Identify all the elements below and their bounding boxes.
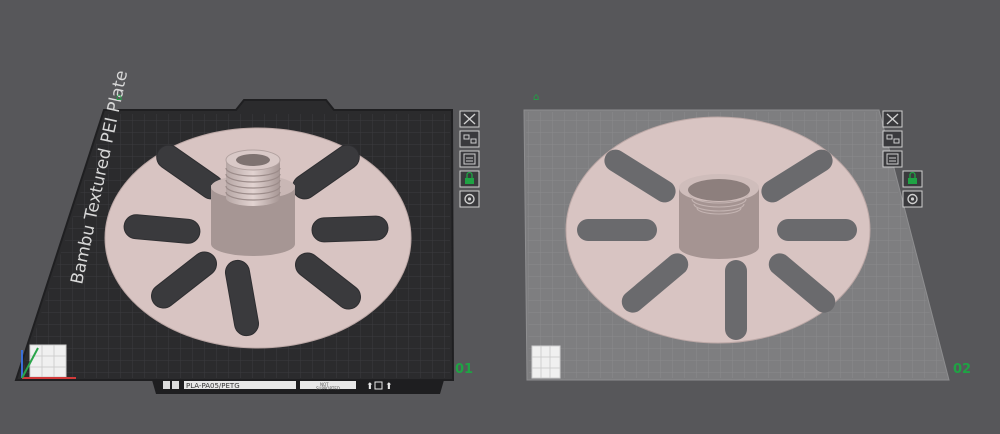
3d-viewport[interactable]: Bambu Textured PEI Plate ⌂ 01 PLA-PA05/P… bbox=[0, 0, 1000, 430]
orient-icon[interactable] bbox=[882, 150, 903, 168]
spool-part-01[interactable] bbox=[104, 127, 412, 349]
export-icon[interactable]: ⬆ bbox=[385, 382, 393, 392]
settings-icon[interactable] bbox=[459, 190, 480, 208]
close-icon[interactable] bbox=[882, 110, 903, 128]
threaded-nut bbox=[679, 174, 759, 259]
build-plate-02[interactable]: ⌂ 02 bbox=[523, 92, 971, 381]
plate-01-corner-mark: ⌂ bbox=[116, 92, 122, 103]
orient-icon[interactable] bbox=[459, 150, 480, 168]
plate-01-number: 01 bbox=[455, 362, 473, 377]
build-plate-01[interactable]: Bambu Textured PEI Plate ⌂ 01 PLA-PA05/P… bbox=[14, 69, 473, 394]
lock-icon[interactable] bbox=[459, 170, 480, 188]
plate-02-number: 02 bbox=[953, 362, 971, 377]
close-icon[interactable] bbox=[459, 110, 480, 128]
plate-01-toolbar bbox=[459, 110, 480, 208]
filament-icon bbox=[172, 381, 179, 389]
filament-label: PLA-PA05/PETG bbox=[186, 382, 240, 390]
plate-01-view-cube[interactable] bbox=[29, 344, 67, 378]
plate-01-status-bar: PLA-PA05/PETG NOT SUPPORTED ⬆ ⬆ bbox=[152, 380, 444, 394]
arrange-icon[interactable] bbox=[882, 130, 903, 148]
plate-02-view-cube[interactable] bbox=[531, 345, 561, 379]
grid-icon bbox=[163, 381, 170, 389]
arrange-icon[interactable] bbox=[459, 130, 480, 148]
spool-part-02[interactable] bbox=[565, 116, 871, 344]
plate-02-corner-mark: ⌂ bbox=[533, 92, 539, 103]
settings-icon[interactable] bbox=[902, 190, 923, 208]
part-icon[interactable]: ⬆ bbox=[366, 382, 374, 392]
support-info-line2: SUPPORTED bbox=[316, 386, 340, 391]
lock-icon[interactable] bbox=[902, 170, 923, 188]
